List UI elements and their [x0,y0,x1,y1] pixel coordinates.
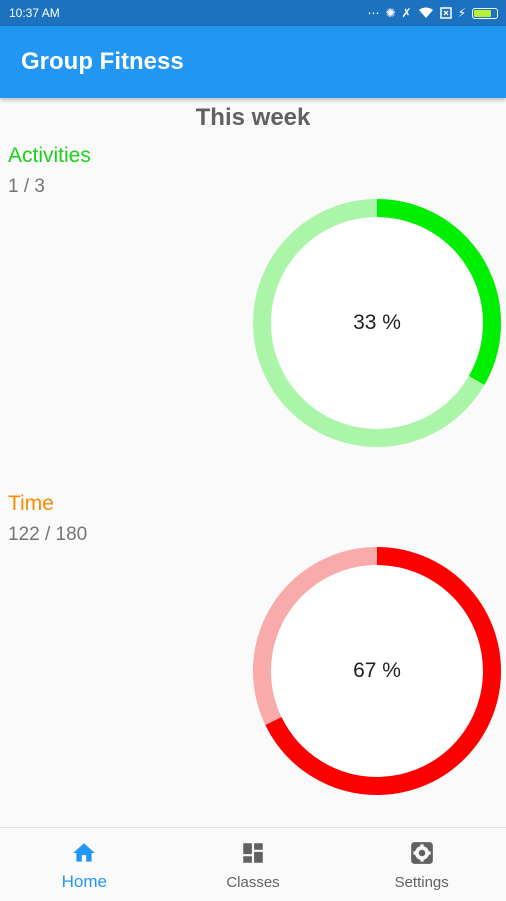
activities-progress-ring: 33 % [252,198,502,448]
nav-settings-label: Settings [394,874,449,891]
time-value: 122 / 180 [8,524,88,545]
settings-icon [410,842,433,864]
activities-percent: 33 % [353,311,401,334]
nav-home[interactable]: Home [0,828,169,901]
dashboard-icon [243,843,263,863]
app-title: Group Fitness [21,48,184,75]
bluetooth-icon: ✺ [385,6,396,20]
status-icons: ⋯ ✺ ✗ ⚡ [367,7,498,19]
time-percent: 67 % [353,659,401,682]
wifi-icon [418,7,433,18]
activities-label: Activities [8,144,91,167]
app-bar: Group Fitness [0,26,506,98]
week-title: This week [195,104,311,131]
sim-icon [439,7,452,19]
nav-classes-label: Classes [226,874,280,891]
nav-classes[interactable]: Classes [169,828,338,901]
more-dots-icon: ⋯ [367,6,380,20]
mute-icon: ✗ [401,6,412,20]
activities-value: 1 / 3 [8,176,45,197]
charging-icon: ⚡ [457,6,466,20]
nav-settings[interactable]: Settings [337,828,506,901]
time-progress-ring: 67 % [252,546,502,796]
home-icon [73,843,96,862]
time-label: Time [8,492,54,515]
nav-home-label: Home [61,872,108,891]
status-time: 10:37 AM [9,6,60,20]
status-bar: 10:37 AM ⋯ ✺ ✗ ⚡ [0,0,506,26]
bottom-navigation: Home Classes Settings [0,827,506,901]
battery-icon [472,7,498,19]
